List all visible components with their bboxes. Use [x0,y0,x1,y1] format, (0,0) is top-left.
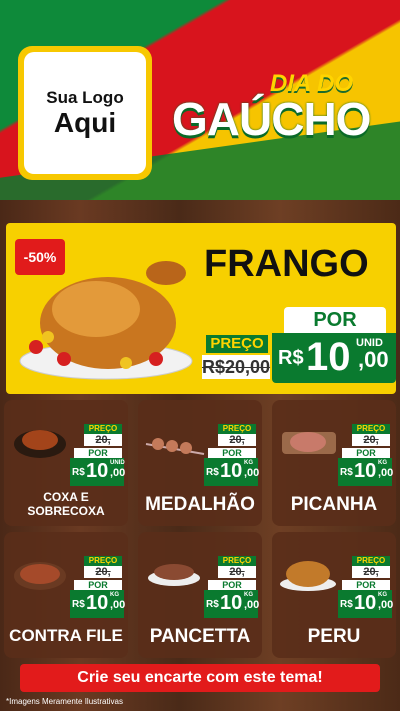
cta-button[interactable]: Crie seu encarte com este tema! [20,664,380,692]
old-price: 20, [352,434,390,446]
old-price: 20, [218,566,256,578]
preco-label: PREÇO [352,556,390,566]
new-price: R$ 10 KG ,00 [338,458,394,486]
hero-por-label: POR [284,307,386,333]
product-card-coxa[interactable]: PREÇO 20, POR R$ 10 UNID ,00 COXA E SOBR… [4,400,128,526]
currency: R$ [72,599,85,610]
product-card-peru[interactable]: PREÇO 20, POR R$ 10 KG ,00 PERU [272,532,396,658]
pancetta-icon [148,564,200,586]
old-price: 20, [352,566,390,578]
discount-badge: -50% [15,239,65,275]
new-price: R$ 10 KG ,00 [204,458,260,486]
product-name: PANCETTA [149,626,251,647]
unit: KG [244,460,253,466]
por-label: POR [342,580,390,590]
por-label: POR [208,448,256,458]
currency: R$ [206,599,219,610]
hero-offer: -50% FRANGO POR PREÇO R$20,00 R$ 10 UNID… [6,223,396,394]
preco-label: PREÇO [84,424,122,434]
product-name: PERU [307,626,361,647]
price-int: 10 [220,460,243,482]
product-name: COXA E SOBRECOXA [27,490,105,518]
hero-product-name: FRANGO [204,243,369,285]
price-dec: ,00 [244,467,260,479]
new-price: R$ 10 UNID ,00 [70,458,126,486]
price-int: 10 [220,592,243,614]
preco-label: PREÇO [218,424,256,434]
product-card-contra-file[interactable]: PREÇO 20, POR R$ 10 KG ,00 CONTRA FILE [4,532,128,658]
new-price: R$ 10 KG ,00 [70,590,126,618]
header-banner: Sua Logo Aqui DIA DO GAÚCHO [0,0,400,200]
product-card-medalhao[interactable]: PREÇO 20, POR R$ 10 KG ,00 MEDALHÃO [138,400,262,526]
old-price: 20, [218,434,256,446]
product-name: CONTRA FILE [9,626,123,645]
currency: R$ [206,467,219,478]
unit: KG [244,592,253,598]
skewer-icon [145,438,205,455]
logo-line1: Sua Logo [46,88,124,107]
price-int: 10 [86,460,109,482]
product-name: PICANHA [290,494,378,515]
unit: KG [378,592,387,598]
preco-label: PREÇO [218,556,256,566]
price-dec: ,00 [378,467,394,479]
price-int: 10 [354,460,377,482]
por-label: POR [342,448,390,458]
product-name: MEDALHÃO [145,494,255,515]
meat-cut-icon [14,562,66,590]
por-label: POR [74,580,122,590]
unit: KG [110,592,119,598]
currency: R$ [72,467,85,478]
old-price: 20, [84,434,122,446]
price-dec: ,00 [110,599,126,611]
hero-new-price: R$ 10 UNID ,00 [272,333,396,383]
por-label: POR [208,580,256,590]
price-int: 10 [86,592,109,614]
preco-label: PREÇO [352,424,390,434]
unit: KG [378,460,387,466]
new-price: R$ 10 KG ,00 [204,590,260,618]
new-price: R$ 10 KG ,00 [338,590,394,618]
currency: R$ [340,467,353,478]
footnote: *Imagens Meramente Ilustrativas [6,697,123,706]
por-label: POR [74,448,122,458]
logo-inner: Sua Logo Aqui [24,52,146,174]
currency: R$ [340,599,353,610]
price-int: 10 [354,592,377,614]
price-dec: ,00 [110,467,126,479]
preco-label: PREÇO [84,556,122,566]
chicken-leg-icon [14,430,66,458]
old-price: 20, [84,566,122,578]
price-dec: ,00 [378,599,394,611]
steak-icon [282,432,336,454]
logo-placeholder[interactable]: Sua Logo Aqui [18,46,152,180]
product-card-pancetta[interactable]: PREÇO 20, POR R$ 10 KG ,00 PANCETTA [138,532,262,658]
price-dec: ,00 [244,599,260,611]
hero-price-dec: ,00 [358,347,389,372]
hero-preco-label: PREÇO [206,335,268,353]
hero-currency: R$ [278,347,304,369]
logo-line2: Aqui [53,107,117,138]
turkey-icon [280,561,336,591]
product-card-picanha[interactable]: PREÇO 20, POR R$ 10 KG ,00 PICANHA [272,400,396,526]
title-main: GAÚCHO [172,93,371,145]
hero-old-price: R$20,00 [202,355,271,379]
unit: UNID [110,460,125,466]
hero-price-int: 10 [306,335,351,379]
